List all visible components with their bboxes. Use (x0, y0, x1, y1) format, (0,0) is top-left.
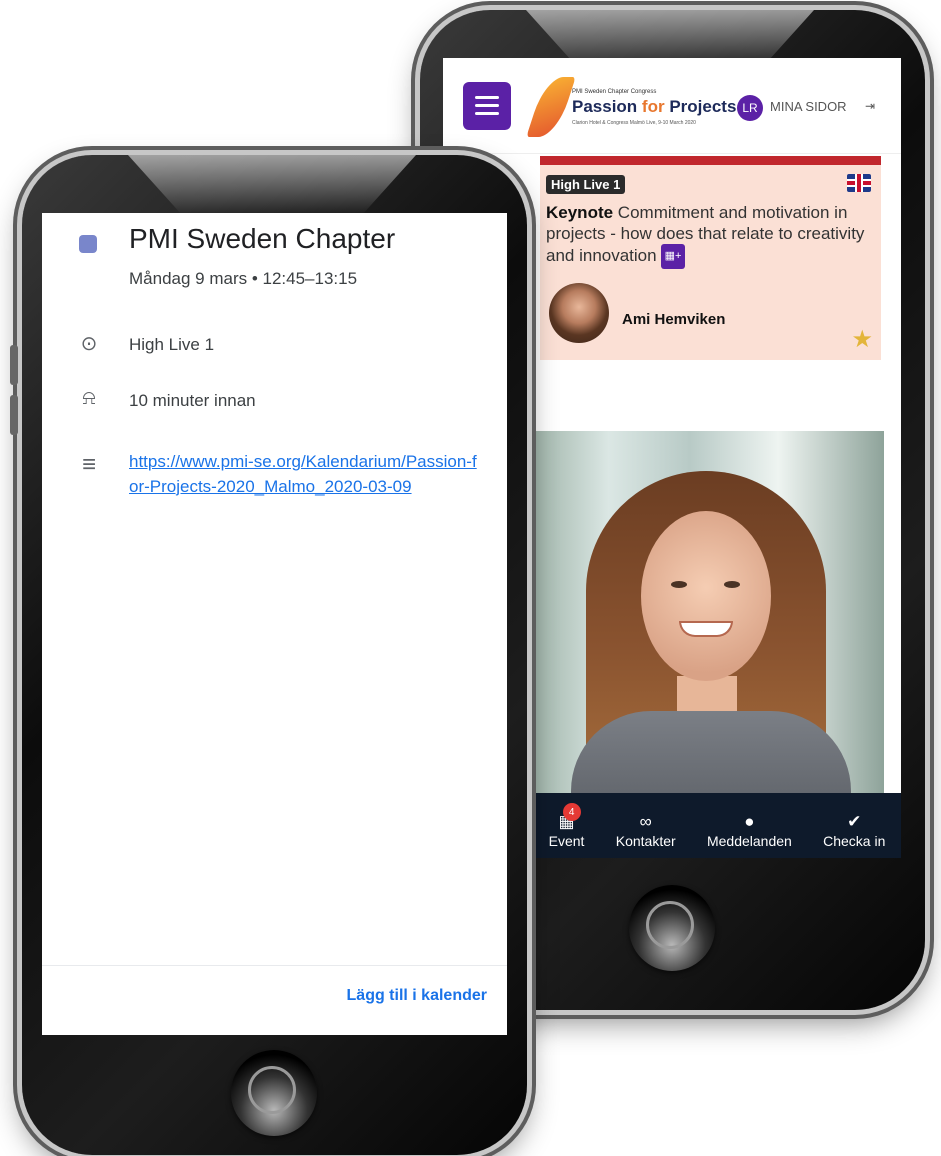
logo-small-text: PMI Sweden Chapter Congress (572, 88, 657, 95)
session-title: Keynote Commitment and motivation in pro… (546, 202, 876, 269)
volume-key (10, 345, 18, 385)
add-to-calendar-icon[interactable]: ▦+ (660, 244, 686, 269)
event-reminder: 10 minuter innan (129, 391, 256, 410)
description-icon: ≡ (81, 451, 96, 478)
nav-label: Meddelanden (706, 833, 792, 849)
photo-body (571, 711, 851, 793)
menu-bar (475, 112, 499, 115)
chat-icon: ● (744, 812, 755, 831)
menu-bar (475, 96, 499, 99)
passion-for-projects-logo[interactable]: PMI Sweden Chapter Congress Passion for … (526, 71, 736, 141)
nav-messages[interactable]: ● Meddelanden (707, 811, 792, 849)
nav-check-in[interactable]: ✔ Checka in (823, 811, 885, 849)
volume-key (10, 395, 18, 435)
logo-swoosh-icon (526, 76, 576, 137)
room-badge: High Live 1 (546, 175, 626, 194)
check-icon: ✔ (847, 812, 862, 831)
calendar-event-screen: PMI Sweden Chapter Måndag 9 mars • 12:45… (42, 213, 507, 1035)
bottom-navigation: ▦ 4 Event ∞ Kontakter ● Meddelanden ✔ Ch… (533, 793, 901, 858)
nav-event[interactable]: ▦ 4 Event (548, 803, 585, 849)
photo-smile (679, 621, 733, 637)
nav-label: Checka in (823, 833, 886, 849)
app-header: PMI Sweden Chapter Congress Passion for … (443, 58, 901, 154)
photo-face (641, 511, 771, 681)
divider (42, 965, 507, 966)
favorite-star-icon[interactable]: ★ (851, 325, 873, 354)
link-icon: ∞ (639, 812, 652, 831)
session-card[interactable]: High Live 1 Keynote Commitment and motiv… (540, 156, 881, 360)
logout-icon[interactable]: ⇥ (865, 99, 875, 113)
event-color-swatch (79, 235, 97, 253)
location-pin-icon: ⊙ (80, 333, 98, 355)
hamburger-menu-button[interactable] (463, 81, 511, 130)
event-datetime: Måndag 9 mars • 12:45–13:15 (129, 269, 358, 288)
home-button[interactable] (629, 885, 715, 971)
speaker-photo (531, 431, 884, 793)
nav-label: Kontakter (615, 833, 676, 849)
notification-badge: 4 (562, 803, 581, 821)
bell-icon: ⍾ (82, 387, 96, 409)
logo-venue-text: Clarion Hotel & Congress Malmö Live, 9-1… (572, 119, 696, 126)
logo-main-text: Passion for Projects (572, 96, 737, 116)
speaker-avatar[interactable] (549, 283, 609, 343)
front-phone: PMI Sweden Chapter Måndag 9 mars • 12:45… (10, 155, 527, 1155)
uk-flag-icon (847, 174, 871, 192)
user-avatar[interactable]: LR (737, 95, 763, 121)
event-title: PMI Sweden Chapter (129, 223, 396, 254)
event-location: High Live 1 (129, 335, 215, 354)
photo-eye (671, 581, 687, 588)
nav-label: Event (548, 833, 585, 849)
my-pages-link[interactable]: MINA SIDOR (770, 99, 847, 114)
screen-glare (128, 155, 416, 215)
nav-contacts[interactable]: ∞ Kontakter (616, 811, 676, 849)
menu-bar (475, 104, 499, 107)
event-description-link[interactable]: https://www.pmi-se.org/Kalendarium/Passi… (129, 449, 479, 499)
home-button[interactable] (231, 1050, 317, 1136)
speaker-name[interactable]: Ami Hemviken (622, 311, 725, 328)
add-to-calendar-button[interactable]: Lägg till i kalender (347, 987, 487, 1005)
photo-eye (724, 581, 740, 588)
